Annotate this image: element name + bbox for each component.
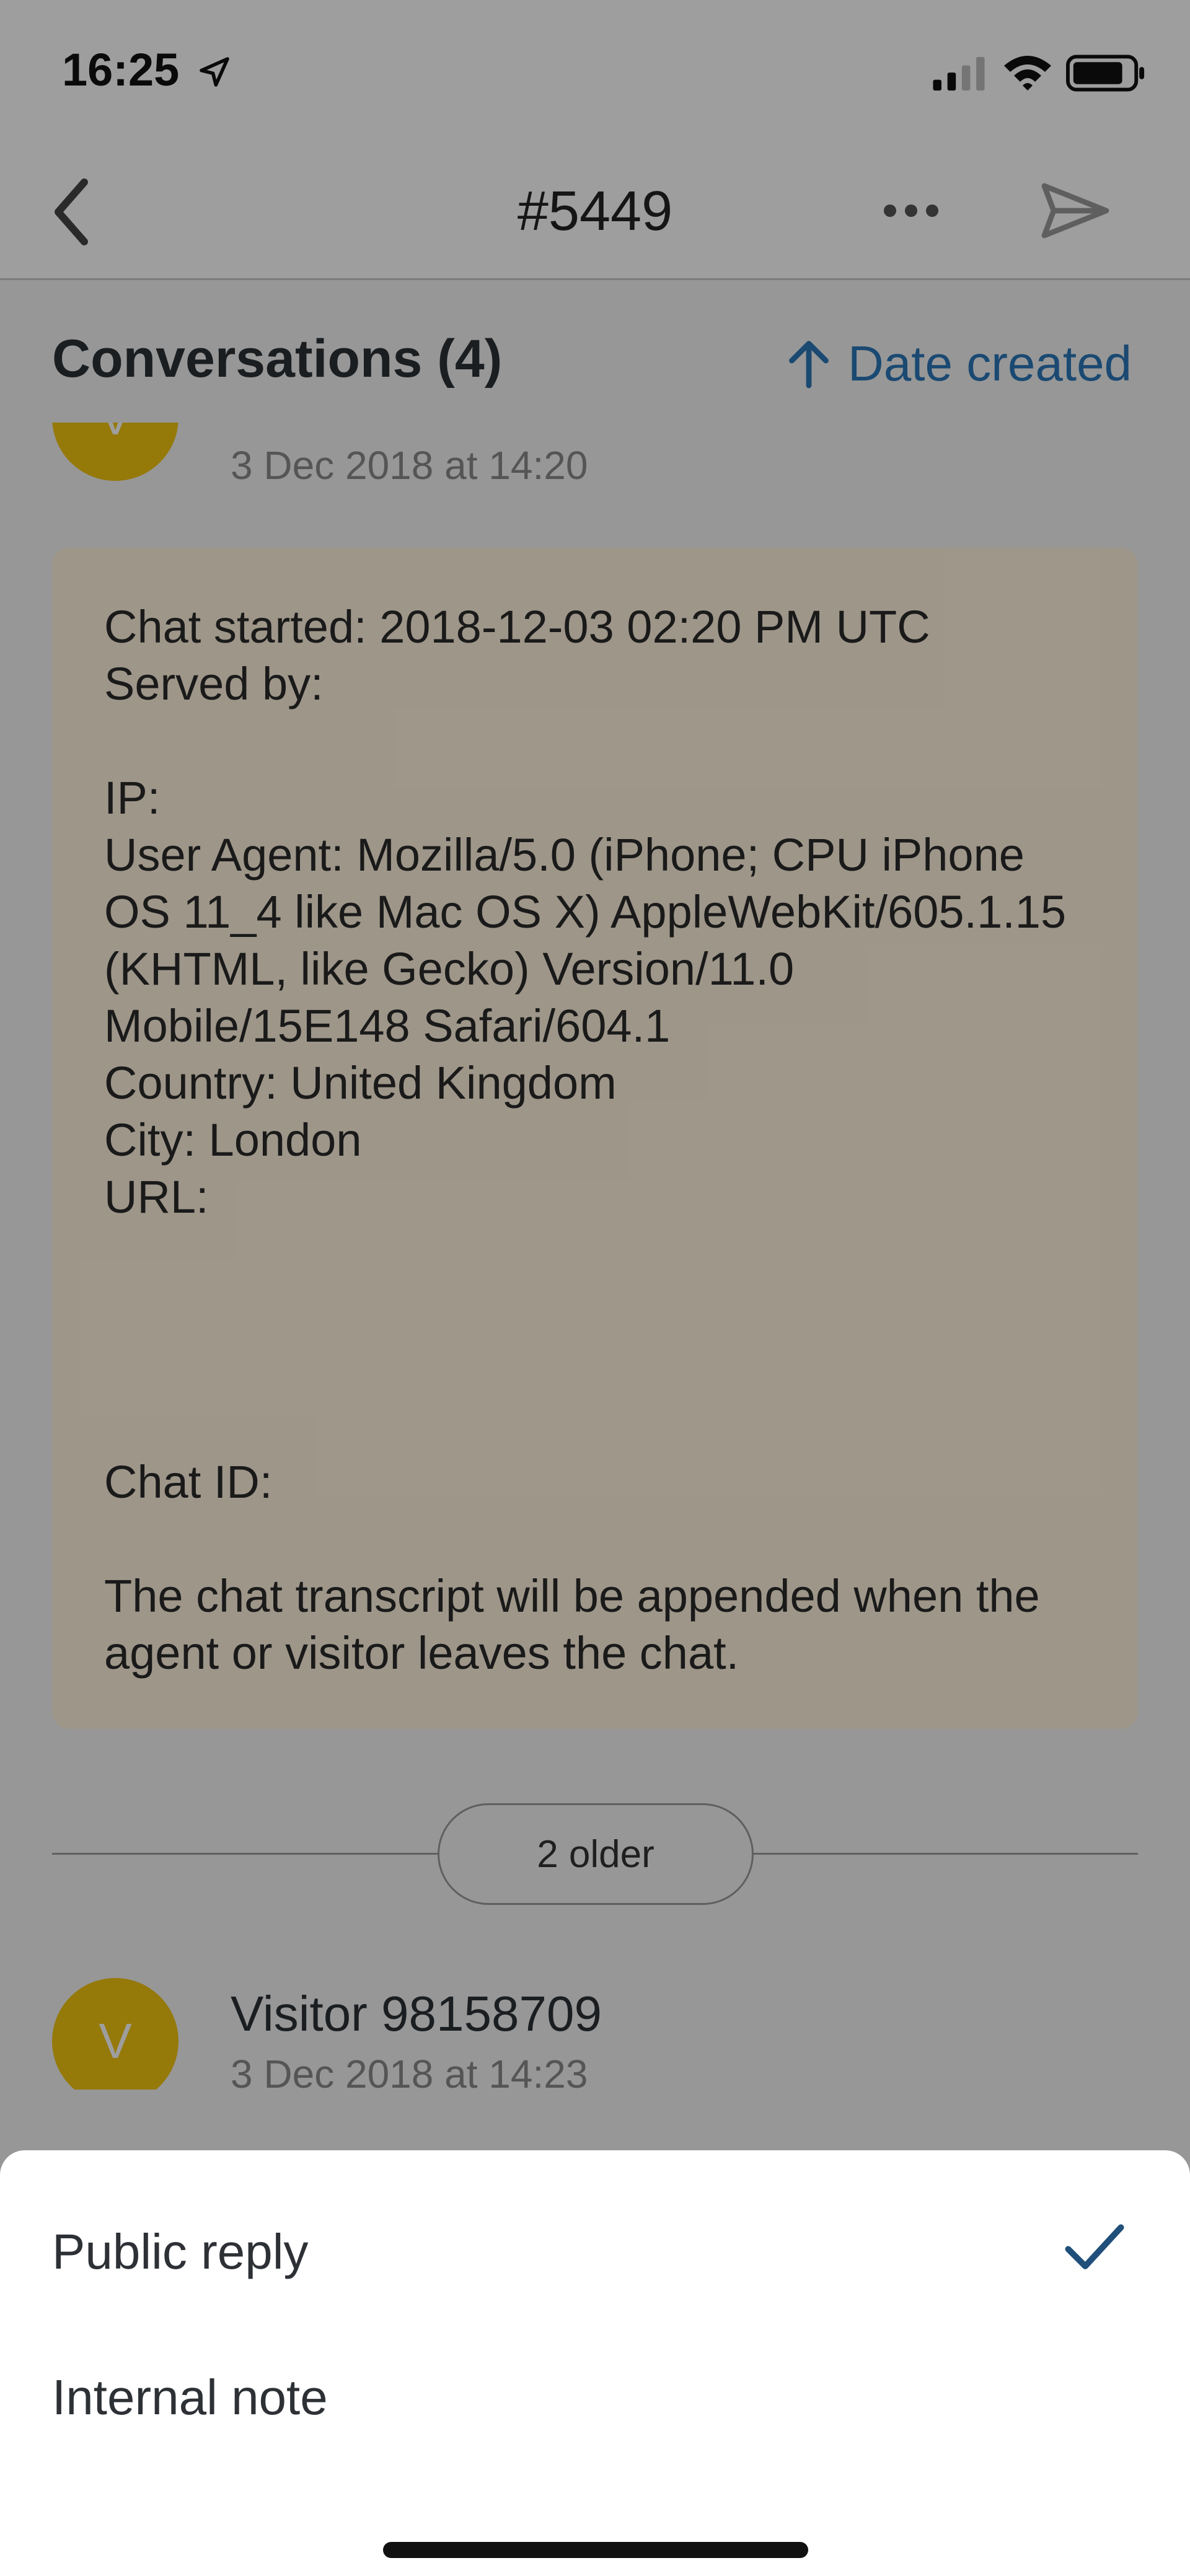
internal-note-option[interactable]: Internal note [0,2333,1190,2457]
option-label: Public reply [52,2224,309,2279]
public-reply-option[interactable]: Public reply [0,2187,1190,2311]
home-indicator[interactable] [383,2542,808,2558]
option-label: Internal note [52,2370,328,2425]
reply-type-sheet: Public reply Internal note [0,2150,1190,2576]
checkmark-icon [1065,2224,1124,2269]
